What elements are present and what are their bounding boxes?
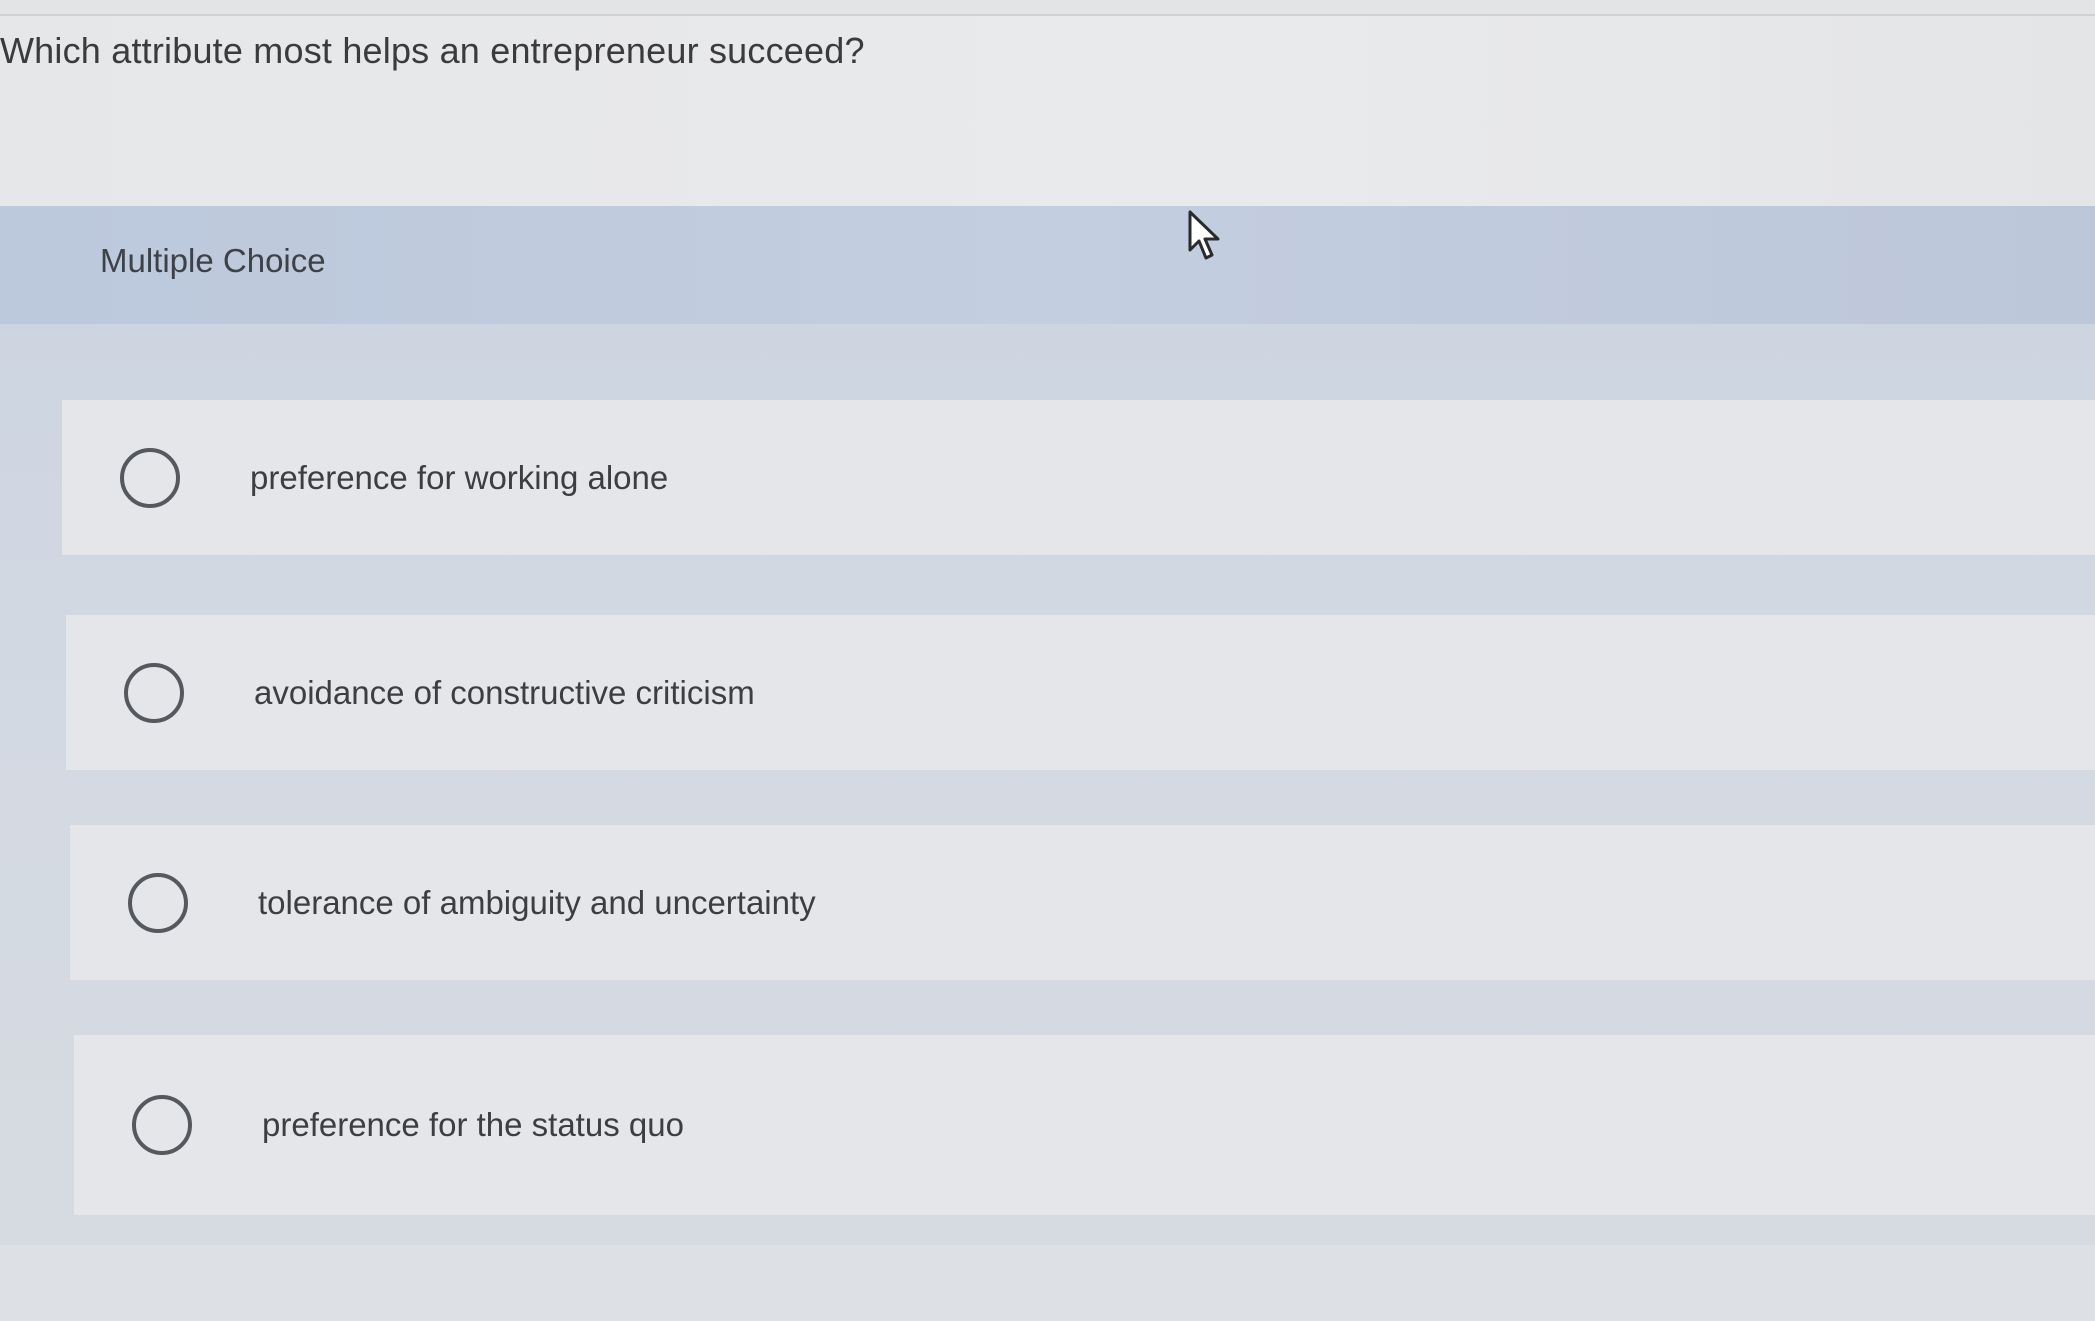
answer-option-label: preference for the status quo	[262, 1106, 684, 1143]
question-type-label: Multiple Choice	[100, 242, 326, 279]
answer-option-label: tolerance of ambiguity and uncertainty	[258, 883, 816, 921]
answer-option-4[interactable]: preference for the status quo	[74, 1035, 2095, 1215]
answer-option-label: preference for working alone	[250, 458, 669, 496]
mouse-pointer-icon	[1188, 210, 1220, 260]
answer-option-1[interactable]: preference for working alone	[62, 400, 2095, 555]
radio-unselected-icon[interactable]	[132, 1095, 192, 1155]
radio-unselected-icon[interactable]	[120, 447, 180, 508]
radio-unselected-icon[interactable]	[124, 662, 184, 723]
bottom-band	[0, 1245, 2095, 1321]
answer-option-label: avoidance of constructive criticism	[254, 673, 755, 711]
radio-unselected-icon[interactable]	[128, 872, 188, 933]
answer-option-2[interactable]: avoidance of constructive criticism	[66, 615, 2095, 770]
answer-option-3[interactable]: tolerance of ambiguity and uncertainty	[70, 825, 2095, 980]
question-text: Which attribute most helps an entreprene…	[0, 30, 865, 71]
